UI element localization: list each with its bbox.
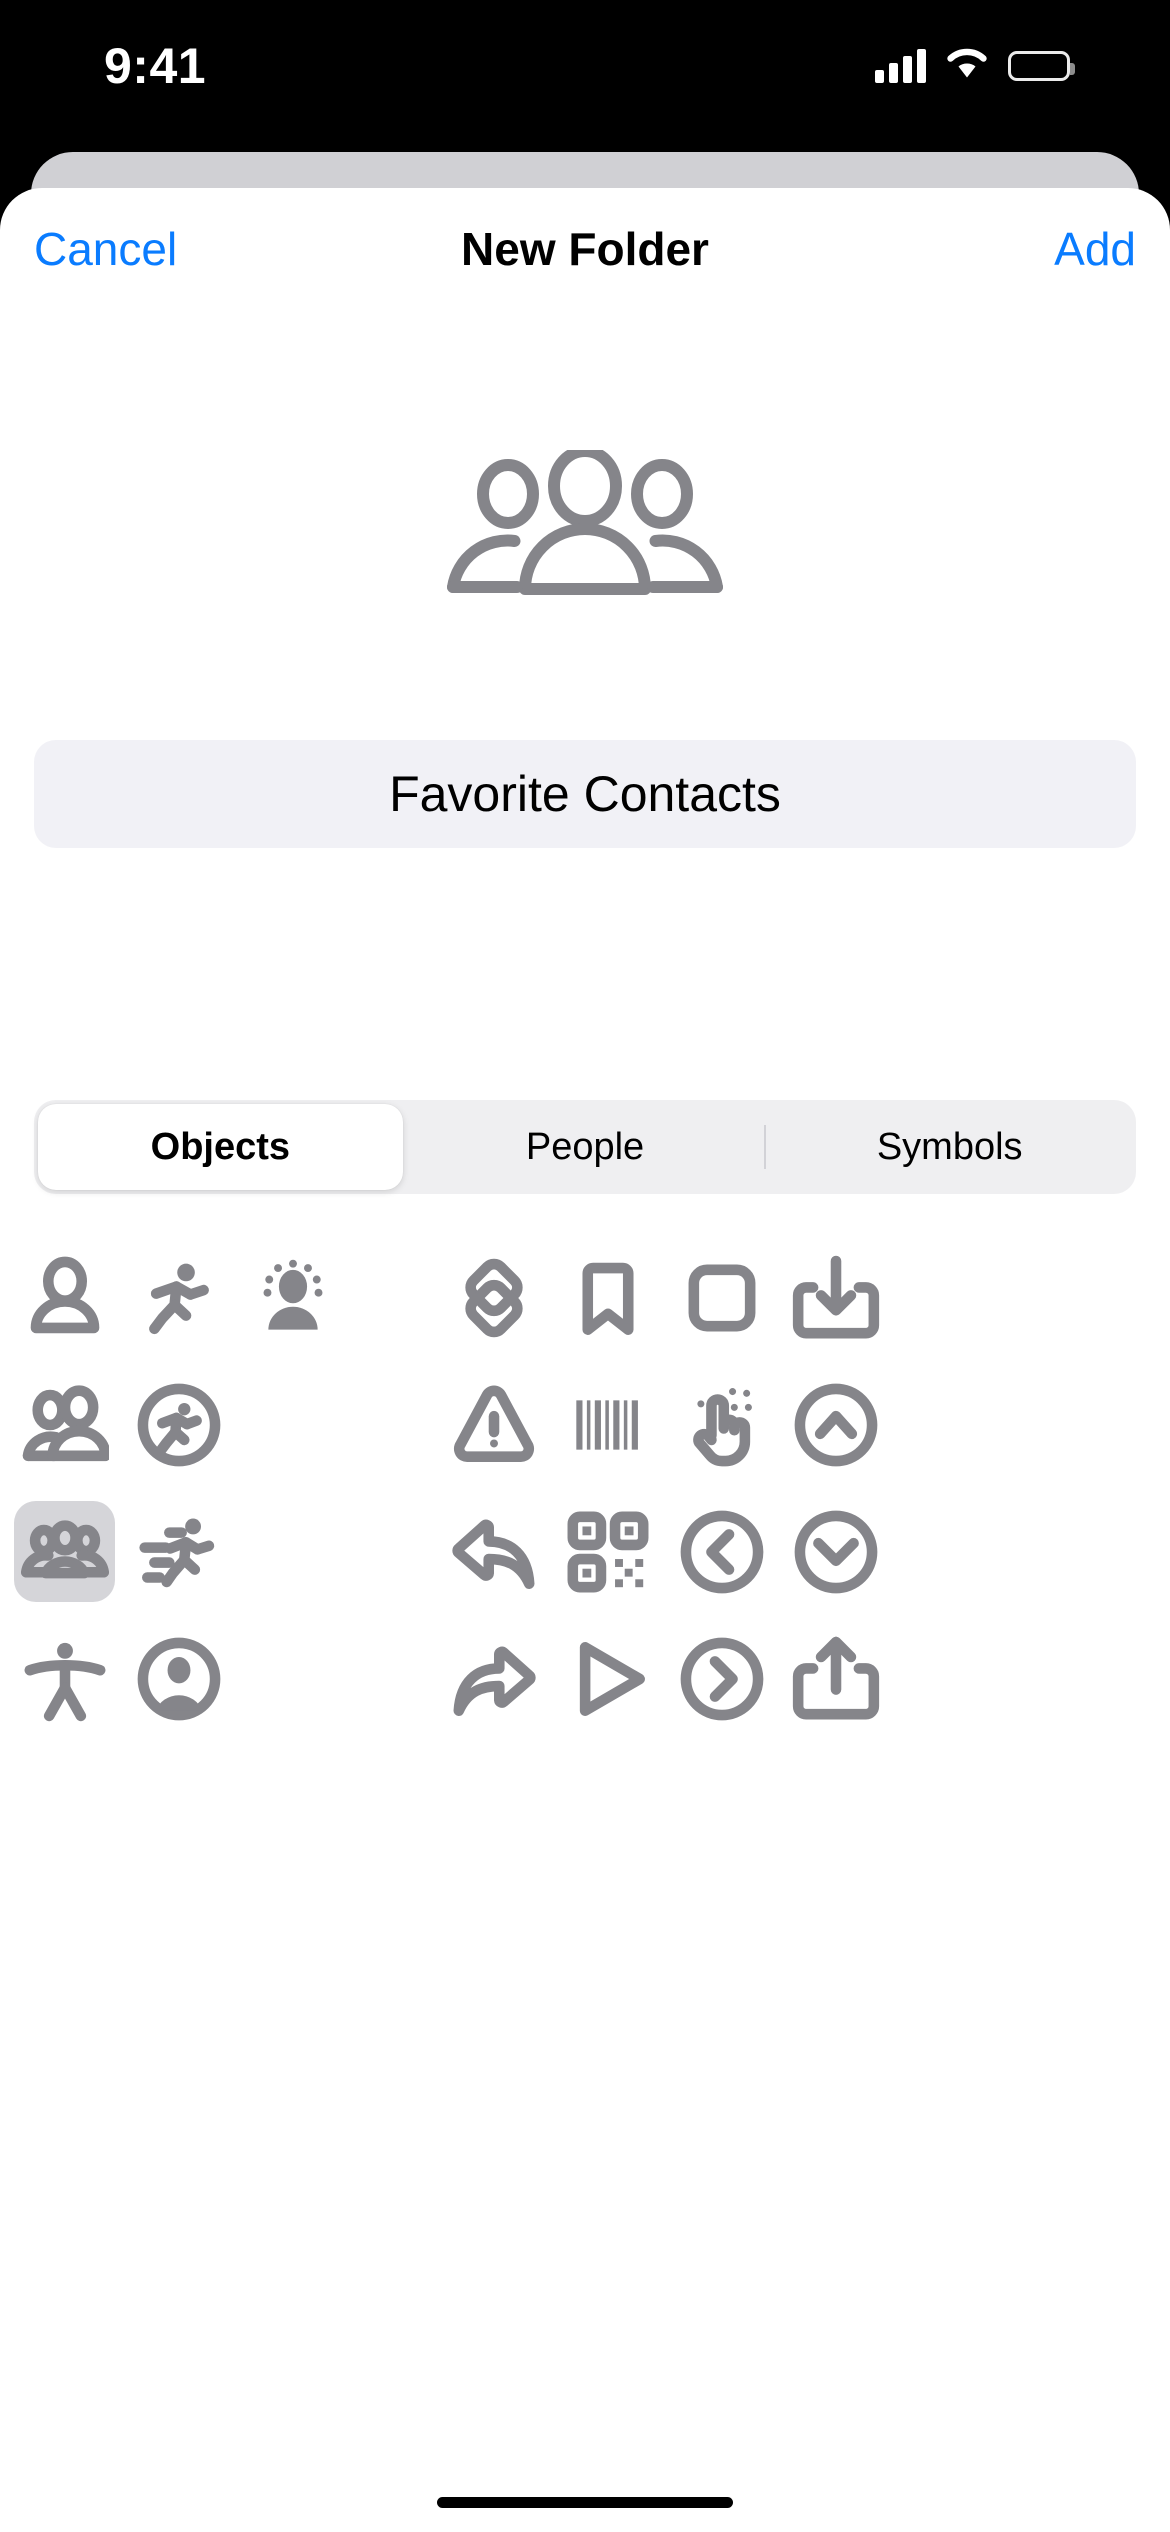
- bookmark-icon: [581, 1262, 634, 1335]
- qrcode-icon: [567, 1511, 648, 1592]
- figure-run-icon: [148, 1263, 209, 1334]
- status-bar: 9:41: [0, 0, 1170, 132]
- arrowshape-turn-up-left-icon: [451, 1519, 534, 1589]
- hand-tap-icon: [692, 1387, 752, 1466]
- folder-name-input[interactable]: [34, 740, 1136, 848]
- symbol-figure-arms-open-icon[interactable]: [14, 1628, 115, 1729]
- symbol-figure-run-motion-icon[interactable]: [128, 1501, 229, 1602]
- person-crop-circle-icon: [137, 1637, 220, 1720]
- symbol-chevron-down-circle-icon[interactable]: [785, 1501, 886, 1602]
- new-folder-sheet: Cancel New Folder Add Objects People Sym…: [0, 188, 1170, 2532]
- symbol-person-icon[interactable]: [14, 1247, 115, 1348]
- tab-people[interactable]: People: [403, 1104, 768, 1190]
- symbol-person-3-icon[interactable]: [14, 1501, 115, 1602]
- square-icon: [688, 1264, 755, 1331]
- arrowshape-turn-up-right-icon: [453, 1646, 536, 1716]
- figure-run-circle-icon: [137, 1383, 220, 1466]
- cancel-button[interactable]: Cancel: [34, 222, 177, 276]
- symbol-person-crop-circle-icon[interactable]: [128, 1628, 229, 1729]
- person-icon: [30, 1256, 99, 1333]
- symbol-square-and-arrow-up-icon[interactable]: [785, 1628, 886, 1729]
- barcode-icon: [575, 1399, 638, 1450]
- symbol-empty-slot: [242, 1628, 343, 1729]
- person-2-icon: [22, 1384, 109, 1461]
- circle-chevron-up-icon: [794, 1383, 877, 1466]
- symbol-category-segmented-control[interactable]: Objects People Symbols: [34, 1100, 1136, 1194]
- chevron-right-circle-icon: [680, 1637, 763, 1720]
- person-3-icon: [447, 450, 723, 595]
- symbol-chevron-right-circle-icon[interactable]: [671, 1628, 772, 1729]
- square-and-arrow-up-icon: [792, 1636, 879, 1719]
- symbol-empty-slot: [242, 1374, 343, 1475]
- chevron-down-circle-icon: [794, 1510, 877, 1593]
- home-indicator: [437, 2497, 733, 2508]
- symbol-chevron-left-circle-icon[interactable]: [671, 1501, 772, 1602]
- symbol-figure-run-circle-icon[interactable]: [128, 1374, 229, 1475]
- symbol-person-2-icon[interactable]: [14, 1374, 115, 1475]
- symbol-arrowshape-turn-up-left-icon[interactable]: [443, 1501, 544, 1602]
- symbol-grid-row: [0, 1234, 1170, 1361]
- add-button[interactable]: Add: [1054, 222, 1136, 276]
- symbol-category-control-container: Objects People Symbols: [0, 1100, 1170, 1194]
- symbol-bookmark-icon[interactable]: [557, 1247, 658, 1348]
- square-stack-icon: [464, 1258, 523, 1337]
- symbol-hand-tap-icon[interactable]: [671, 1374, 772, 1475]
- symbol-qrcode-icon[interactable]: [557, 1501, 658, 1602]
- play-icon: [579, 1641, 645, 1716]
- symbol-person-badge-dots-icon[interactable]: [242, 1247, 343, 1348]
- symbol-grid-row: [0, 1615, 1170, 1742]
- symbol-square-stack-icon[interactable]: [443, 1247, 544, 1348]
- symbol-circle-chevron-up-icon[interactable]: [785, 1374, 886, 1475]
- status-bar-indicators: [875, 48, 1075, 85]
- tab-objects[interactable]: Objects: [38, 1104, 403, 1190]
- tab-symbols[interactable]: Symbols: [767, 1104, 1132, 1190]
- symbol-exclamationmark-triangle-icon[interactable]: [443, 1374, 544, 1475]
- symbol-grid-row: [0, 1488, 1170, 1615]
- status-bar-time: 9:41: [104, 38, 207, 94]
- symbol-square-icon[interactable]: [671, 1247, 772, 1348]
- symbol-empty-slot: [242, 1501, 343, 1602]
- symbol-square-and-arrow-down-icon[interactable]: [785, 1247, 886, 1348]
- person-3-icon: [20, 1519, 109, 1578]
- battery-icon: [1008, 51, 1075, 81]
- symbol-grid[interactable]: [0, 1234, 1170, 1742]
- symbol-barcode-icon[interactable]: [557, 1374, 658, 1475]
- folder-name-field-container: [0, 740, 1170, 848]
- person-badge-dots-icon: [263, 1259, 322, 1330]
- symbol-figure-run-icon[interactable]: [128, 1247, 229, 1348]
- wifi-icon: [945, 48, 989, 85]
- figure-run-motion-icon: [138, 1518, 214, 1587]
- folder-icon-preview: [0, 310, 1170, 740]
- exclamationmark-triangle-icon: [453, 1385, 534, 1462]
- figure-arms-open-icon: [24, 1642, 105, 1721]
- chevron-left-circle-icon: [680, 1510, 763, 1593]
- square-and-arrow-down-icon: [792, 1255, 879, 1338]
- symbol-arrowshape-turn-up-right-icon[interactable]: [443, 1628, 544, 1729]
- navigation-bar: Cancel New Folder Add: [0, 188, 1170, 310]
- symbol-grid-row: [0, 1361, 1170, 1488]
- symbol-play-icon[interactable]: [557, 1628, 658, 1729]
- cellular-bars-icon: [875, 49, 926, 83]
